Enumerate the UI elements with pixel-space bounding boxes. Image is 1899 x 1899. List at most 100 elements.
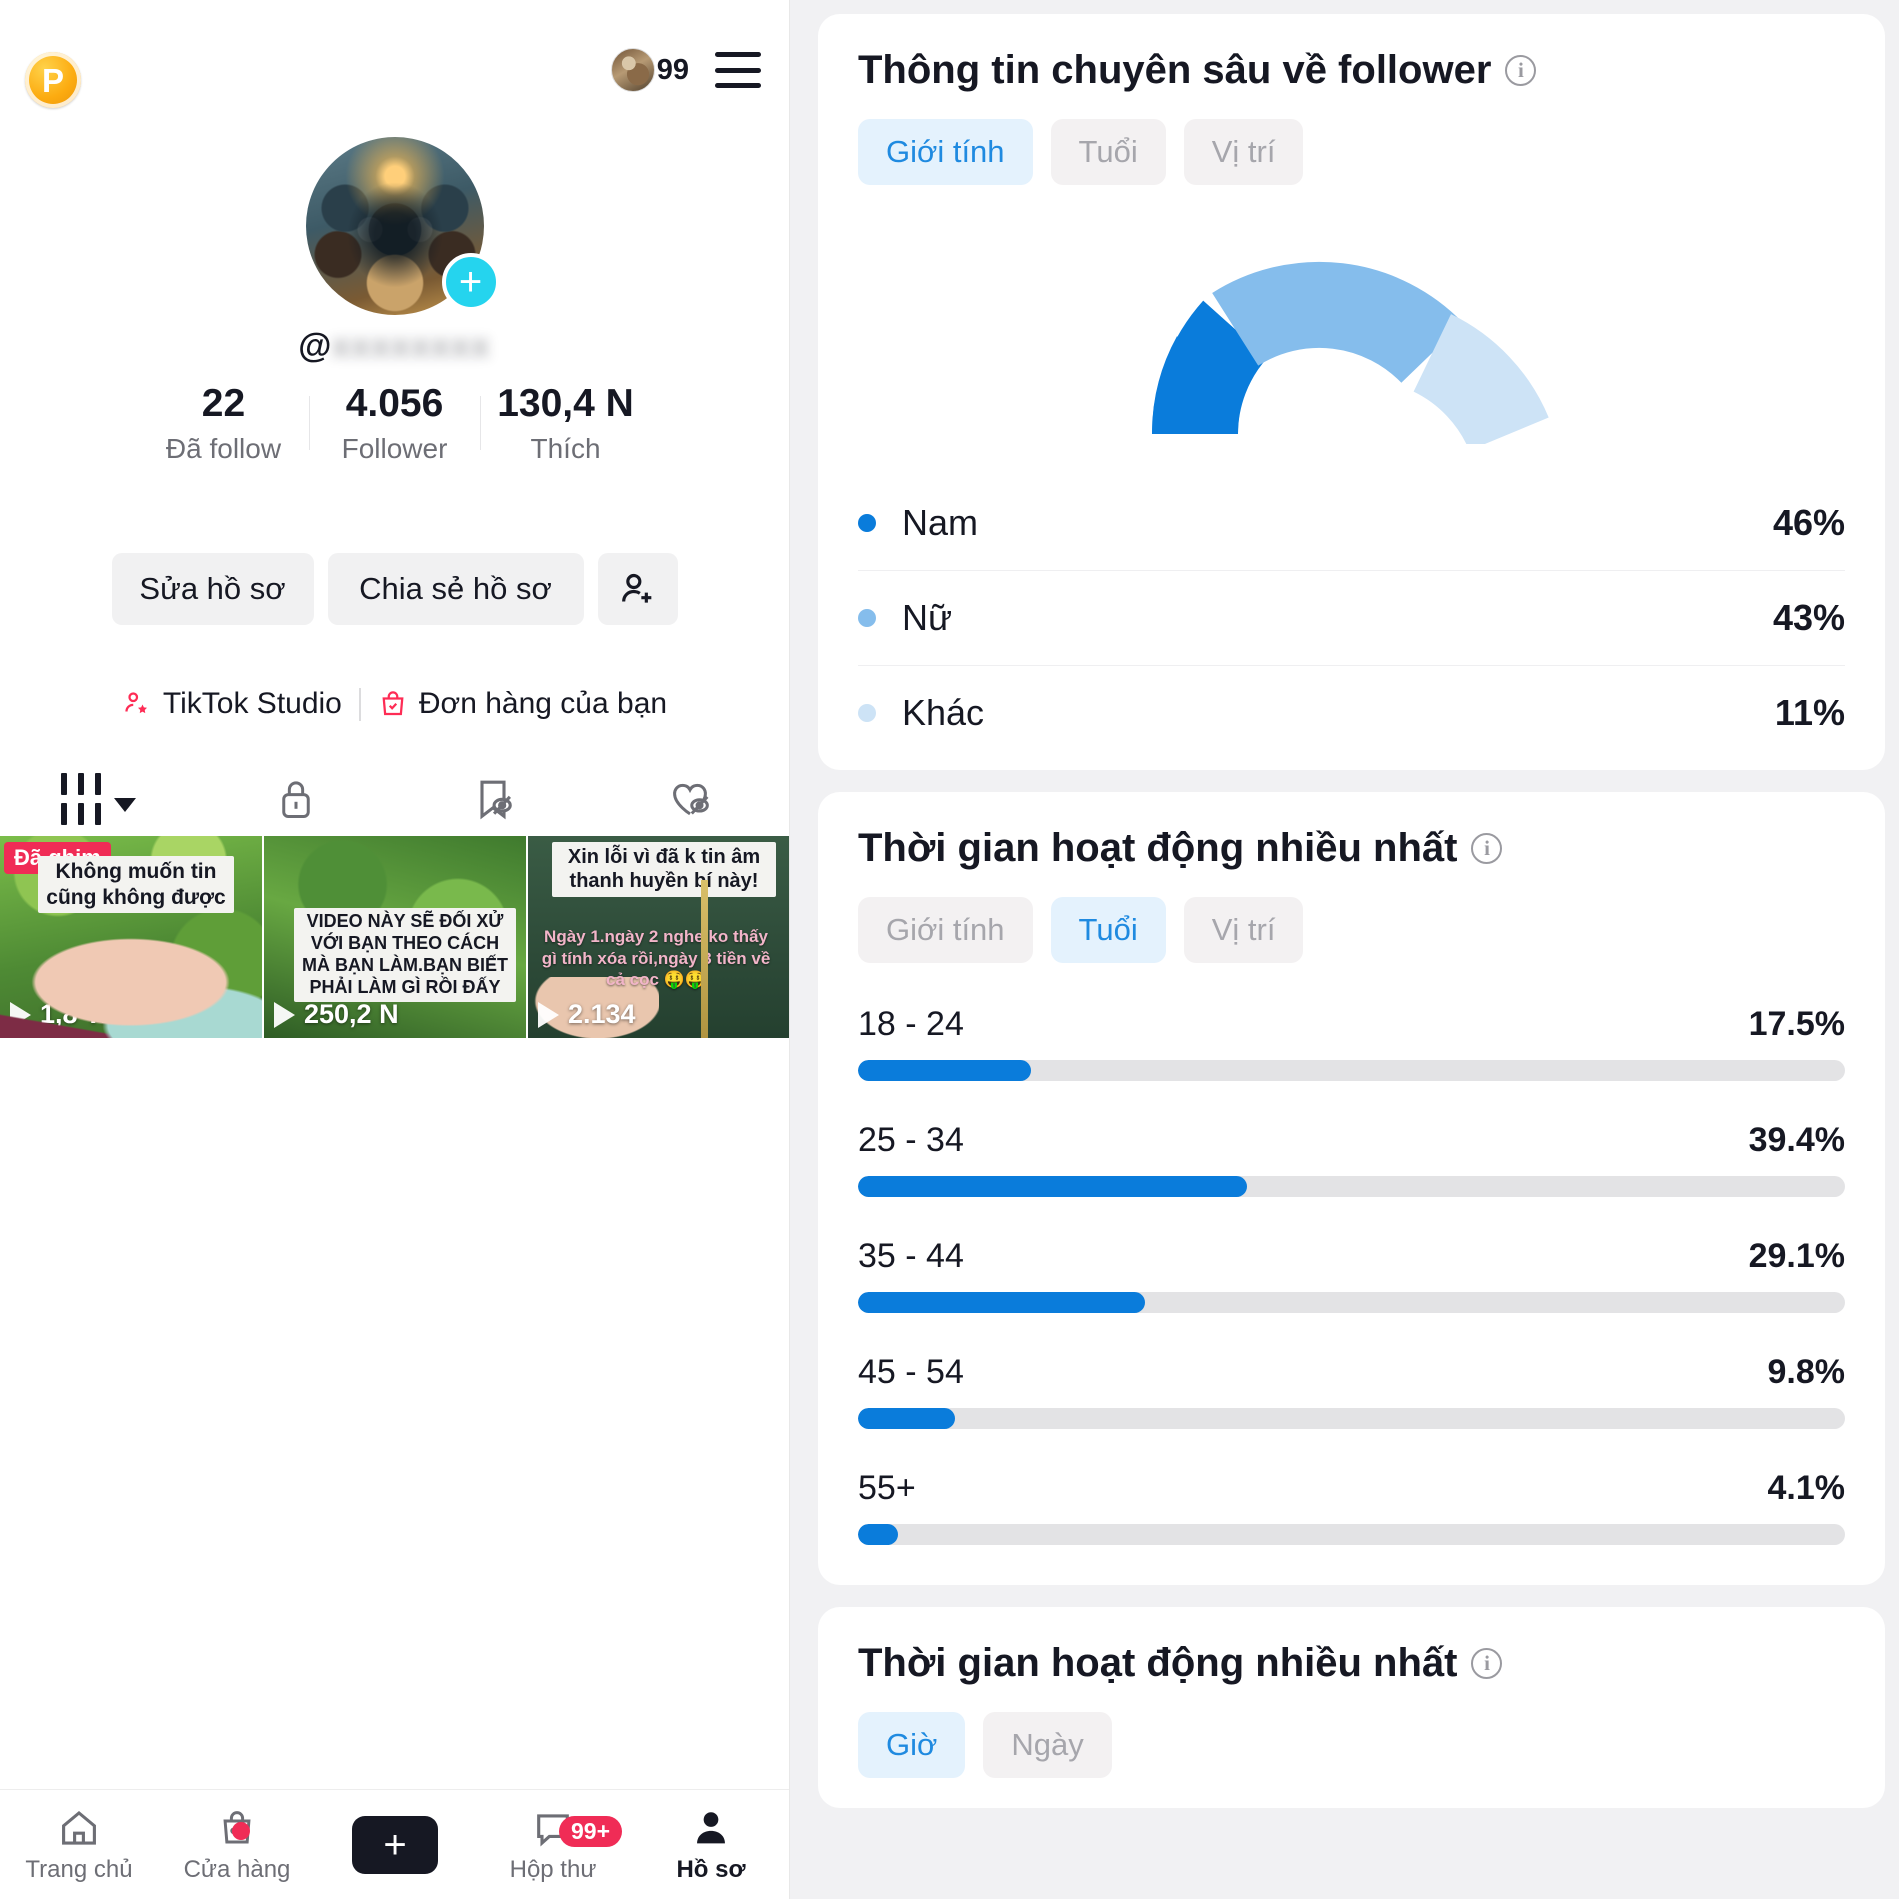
bar-fill [858,1524,899,1545]
nav-create[interactable]: + [316,1815,474,1874]
nav-label: Cửa hàng [183,1855,291,1883]
bar-track [858,1408,1845,1429]
segment-location[interactable]: Vị trí [1183,897,1304,963]
play-icon [538,1001,559,1028]
play-count-value: 1,8 Tr [40,999,111,1029]
segment-hour[interactable]: Giờ [858,1712,966,1778]
bar-value: 9.8% [1767,1353,1846,1391]
video-secondary-overlay: Ngày 1.ngày 2 nghe ko thấy gì tính xóa r… [541,927,771,989]
tiktok-profile-panel: P 99 + @xxxxxxxx 22 Đã follow 4.056 Foll… [0,0,790,1899]
segment-location[interactable]: Vị trí [1183,119,1304,185]
tab-saved[interactable] [395,760,592,838]
bar-track [858,1060,1845,1081]
switch-account-button[interactable]: 99 [610,48,689,92]
card-title: Thời gian hoạt động nhiều nhất i [858,1641,1845,1686]
bar-row: 25 - 34 39.4% [858,1121,1845,1197]
handle-at: @ [298,327,332,365]
play-count-value: 2.134 [568,999,636,1029]
tab-posts[interactable] [0,760,197,848]
bar-track [858,1292,1845,1313]
profile-person-icon [697,1811,725,1843]
age-segment-control: Giới tính Tuổi Vị trí [858,897,1845,963]
handle-username: xxxxxxxx [331,327,491,365]
add-friend-button[interactable] [597,553,678,625]
insights-segment-control: Giới tính Tuổi Vị trí [858,119,1845,185]
card-title: Thông tin chuyên sâu về follower i [858,48,1845,93]
tab-private[interactable] [197,760,394,838]
info-icon[interactable]: i [1471,1648,1503,1679]
segment-day[interactable]: Ngày [983,1712,1112,1778]
hamburger-menu-icon[interactable] [715,52,761,88]
info-icon[interactable]: i [1505,55,1537,86]
segment-gender[interactable]: Giới tính [858,119,1033,185]
share-profile-button[interactable]: Chia sẻ hồ sơ [327,553,584,625]
person-add-icon [621,573,651,603]
age-bar-chart: 18 - 24 17.5% 25 - 34 39.4% 35 - 44 29.1… [858,1005,1845,1545]
stat-label: Thích [530,432,601,464]
edit-profile-button[interactable]: Sửa hồ sơ [111,553,314,625]
half-donut-svg [1151,261,1549,444]
legend-label: Khác [902,692,985,733]
stat-following[interactable]: 22 Đã follow [139,382,309,465]
arc-nam [1151,300,1268,436]
nav-label: Trang chủ [25,1855,133,1883]
segment-gender[interactable]: Giới tính [858,897,1033,963]
play-icon [10,1001,31,1028]
video-thumbnail[interactable]: VIDEO NÀY SẼ ĐỐI XỬ VỚI BẠN THEO CÁCH MÀ… [264,836,526,1038]
bar-label: 35 - 44 [858,1237,964,1275]
coin-rewards-icon[interactable]: P [25,52,81,108]
analytics-panel: Thông tin chuyên sâu về follower i Giới … [790,0,1899,1899]
your-orders-label: Đơn hàng của bạn [418,687,668,720]
card-title: Thời gian hoạt động nhiều nhất i [858,826,1845,871]
most-active-time-age-card: Thời gian hoạt động nhiều nhất i Giới tí… [818,792,1885,1585]
bar-label: 25 - 34 [858,1121,964,1159]
tab-liked[interactable] [592,760,789,838]
bar-fill [858,1176,1247,1197]
bar-value: 29.1% [1748,1237,1845,1275]
account-notification-count: 99 [656,53,689,86]
topbar-right-group: 99 [610,48,761,92]
video-thumbnail[interactable]: Đã ghim Không muốn tin cũng không được 1… [0,836,262,1038]
bottom-navigation: Trang chủ Cửa hàng + 99+ Hộp thư Hồ sơ [0,1789,789,1899]
stat-likes[interactable]: 130,4 N Thích [481,382,651,465]
create-plus-icon[interactable]: + [345,1815,445,1874]
bar-row: 35 - 44 29.1% [858,1237,1845,1313]
play-count-value: 250,2 N [304,999,399,1029]
tiktok-studio-link[interactable]: TikTok Studio [122,687,342,721]
plus-icon[interactable]: + [441,253,500,311]
nav-shop[interactable]: Cửa hàng [158,1806,316,1884]
video-caption-overlay: Không muốn tin cũng không được [38,856,234,914]
bar-label: 55+ [858,1469,916,1507]
segment-age[interactable]: Tuổi [1050,119,1166,185]
profile-quick-links: TikTok Studio Đơn hàng của bạn [0,687,789,721]
profile-actions: Sửa hồ sơ Chia sẻ hồ sơ [0,553,789,625]
legend-item: Khác 11% [858,666,1845,740]
play-icon [274,1001,295,1028]
nav-profile[interactable]: Hồ sơ [632,1806,789,1884]
legend-label: Nam [902,502,979,543]
nav-home[interactable]: Trang chủ [0,1806,158,1884]
your-orders-link[interactable]: Đơn hàng của bạn [378,687,667,721]
nav-inbox[interactable]: 99+ Hộp thư [474,1806,632,1884]
heart-off-icon [673,783,710,816]
stat-value: 130,4 N [497,382,634,425]
gender-legend: Nam 46% Nữ 43% Khác 11% [858,476,1845,740]
video-caption-overlay: Xin lỗi vì đã k tin âm thanh huyền bí nà… [552,842,776,897]
profile-avatar-wrap[interactable]: + [305,137,500,315]
shop-notification-dot [232,1821,250,1840]
legend-dot [858,704,876,722]
profile-content-tabs [0,760,789,848]
bar-value: 17.5% [1748,1005,1845,1043]
nav-label: Hộp thư [509,1855,597,1883]
arc-khac [1411,314,1549,444]
shopping-bag-check-icon [382,691,404,716]
video-thumbnail[interactable]: Xin lỗi vì đã k tin âm thanh huyền bí nà… [528,836,789,1038]
segment-age[interactable]: Tuổi [1050,897,1166,963]
stat-followers[interactable]: 4.056 Follower [310,382,480,465]
follower-insights-card: Thông tin chuyên sâu về follower i Giới … [818,14,1885,770]
bar-fill [858,1408,955,1429]
mini-avatar [610,48,655,92]
info-icon[interactable]: i [1471,833,1503,864]
legend-item: Nữ 43% [858,571,1845,666]
legend-item: Nam 46% [858,476,1845,571]
